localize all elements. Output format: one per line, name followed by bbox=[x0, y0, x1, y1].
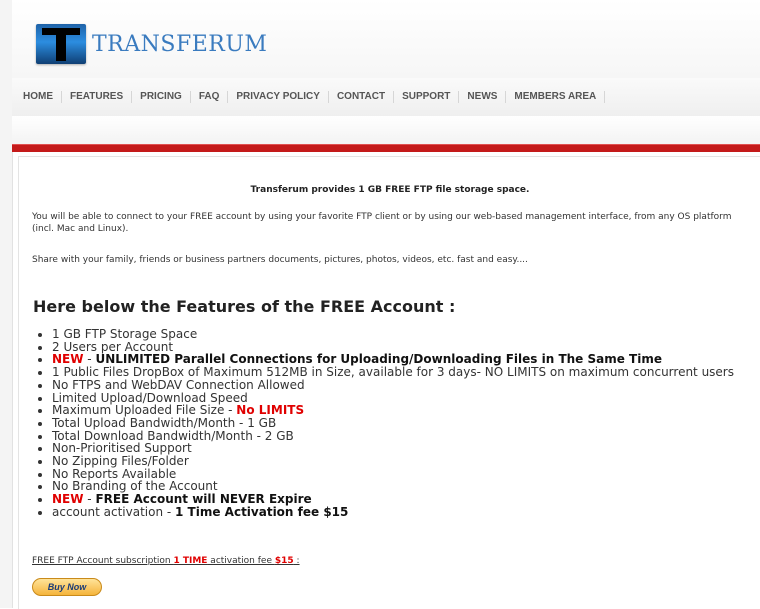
subscription-link[interactable]: FREE FTP Account subscription 1 TIME act… bbox=[32, 556, 300, 566]
site-header: TRANSFERUM bbox=[12, 0, 760, 79]
feature-item: 1 Public Files DropBox of Maximum 512MB … bbox=[52, 366, 752, 379]
nav-features[interactable]: FEATURES bbox=[62, 91, 133, 103]
nav-members-area[interactable]: MEMBERS AREA bbox=[506, 91, 606, 103]
intro-paragraph-2: Share with your family, friends or busin… bbox=[32, 255, 528, 265]
nav-pricing[interactable]: PRICING bbox=[132, 91, 191, 103]
main-content: Transferum provides 1 GB FREE FTP file s… bbox=[18, 156, 760, 609]
feature-item: account activation - 1 Time Activation f… bbox=[52, 505, 752, 519]
accent-divider bbox=[12, 144, 760, 152]
feature-item: 1 GB FTP Storage Space bbox=[52, 328, 752, 341]
intro-heading: Transferum provides 1 GB FREE FTP file s… bbox=[250, 185, 530, 195]
nav-privacy-policy[interactable]: PRIVACY POLICY bbox=[228, 91, 329, 103]
main-nav: HOME FEATURES PRICING FAQ PRIVACY POLICY… bbox=[12, 78, 760, 117]
feature-item: No FTPS and WebDAV Connection Allowed bbox=[52, 379, 752, 392]
nav-home[interactable]: HOME bbox=[12, 91, 62, 103]
logo-t-icon bbox=[36, 24, 86, 64]
nav-support[interactable]: SUPPORT bbox=[394, 91, 460, 103]
logo-text: TRANSFERUM bbox=[92, 31, 268, 57]
sub-bar bbox=[12, 116, 760, 144]
intro-paragraph-1: You will be able to connect to your FREE… bbox=[32, 212, 732, 234]
nav-faq[interactable]: FAQ bbox=[191, 91, 229, 103]
site-logo[interactable]: TRANSFERUM bbox=[36, 24, 267, 64]
features-title: Here below the Features of the FREE Acco… bbox=[33, 297, 456, 316]
nav-contact[interactable]: CONTACT bbox=[329, 91, 395, 103]
nav-news[interactable]: NEWS bbox=[459, 91, 507, 103]
feature-item: Total Upload Bandwidth/Month - 1 GB bbox=[52, 417, 752, 430]
features-list: 1 GB FTP Storage Space 2 Users per Accou… bbox=[37, 328, 752, 519]
feature-item: No Zipping Files/Folder bbox=[52, 455, 752, 468]
buy-now-button[interactable]: Buy Now bbox=[32, 578, 102, 596]
